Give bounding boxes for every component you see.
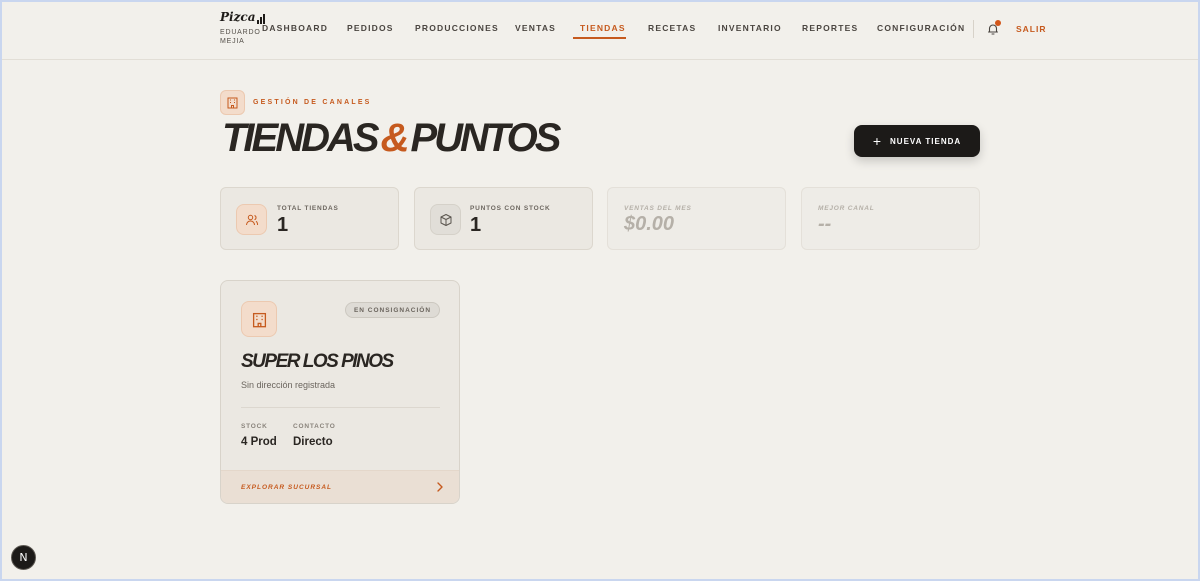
stat-points-with-stock: PUNTOS CON STOCK 1 [414, 187, 593, 250]
stat-label: PUNTOS CON STOCK [470, 205, 551, 212]
stock-label: STOCK [241, 423, 268, 430]
stat-label: MEJOR CANAL [818, 205, 875, 212]
nav-reportes[interactable]: REPORTES [802, 23, 858, 33]
active-tab-indicator [573, 37, 626, 39]
stock-value: 4 Prod [241, 436, 277, 448]
stat-value: $0.00 [624, 213, 675, 235]
stat-label: VENTAS DEL MES [624, 205, 692, 212]
nav-tiendas[interactable]: TIENDAS [580, 23, 626, 33]
building-icon [241, 301, 277, 337]
new-store-button[interactable]: + NUEVA TIENDA [854, 125, 980, 157]
stat-value: -- [818, 213, 832, 235]
title-ampersand: & [380, 116, 410, 160]
store-name: SUPER LOS PINOS [241, 351, 394, 372]
stat-value: 1 [277, 214, 289, 236]
status-badge: EN CONSIGNACIÓN [345, 302, 440, 318]
explore-store-link[interactable]: EXPLORAR SUCURSAL [221, 470, 459, 503]
notification-dot [995, 20, 1001, 26]
user-name: EDUARDO MEJIA [220, 29, 261, 45]
nav-divider [973, 20, 974, 38]
building-icon [220, 90, 245, 115]
contact-label: CONTACTO [293, 423, 336, 430]
nav-dashboard[interactable]: DASHBOARD [262, 23, 328, 33]
title-part-1: TIENDAS [222, 116, 380, 160]
top-navbar: Pizca EDUARDO MEJIA DASHBOARD PEDIDOS PR… [0, 0, 1200, 60]
users-icon [236, 204, 267, 235]
nav-configuracion[interactable]: CONFIGURACIÓN [877, 23, 965, 33]
nav-pedidos[interactable]: PEDIDOS [347, 23, 394, 33]
divider [241, 407, 440, 408]
section-tag-label: GESTIÓN DE CANALES [253, 99, 372, 106]
stat-value: 1 [470, 214, 482, 236]
stat-best-channel: MEJOR CANAL -- [801, 187, 980, 250]
nav-ventas[interactable]: VENTAS [515, 23, 556, 33]
brand-logo-text: Pizca [220, 10, 256, 24]
stat-total-stores: TOTAL TIENDAS 1 [220, 187, 399, 250]
new-store-button-label: NUEVA TIENDA [890, 136, 962, 146]
page-title: TIENDAS & PUNTOS [222, 116, 561, 161]
store-address: Sin dirección registrada [241, 380, 336, 390]
dev-tools-badge[interactable]: N [11, 545, 36, 570]
title-part-2: PUNTOS [410, 116, 561, 160]
section-tag: GESTIÓN DE CANALES [220, 90, 372, 115]
logout-button[interactable]: SALIR [1016, 24, 1047, 34]
plus-icon: + [872, 133, 883, 149]
box-icon [430, 204, 461, 235]
brand[interactable]: Pizca EDUARDO MEJIA [220, 10, 266, 46]
explore-label: EXPLORAR SUCURSAL [241, 484, 333, 491]
stat-label: TOTAL TIENDAS [277, 205, 339, 212]
chevron-right-icon [437, 482, 443, 492]
stat-monthly-sales: VENTAS DEL MES $0.00 [607, 187, 786, 250]
contact-value: Directo [293, 436, 333, 448]
nav-recetas[interactable]: RECETAS [648, 23, 696, 33]
nav-producciones[interactable]: PRODUCCIONES [415, 23, 499, 33]
nav-inventario[interactable]: INVENTARIO [718, 23, 782, 33]
store-card[interactable]: EN CONSIGNACIÓN SUPER LOS PINOS Sin dire… [220, 280, 460, 504]
window-frame [0, 0, 1200, 581]
brand-logo: Pizca [220, 10, 266, 24]
